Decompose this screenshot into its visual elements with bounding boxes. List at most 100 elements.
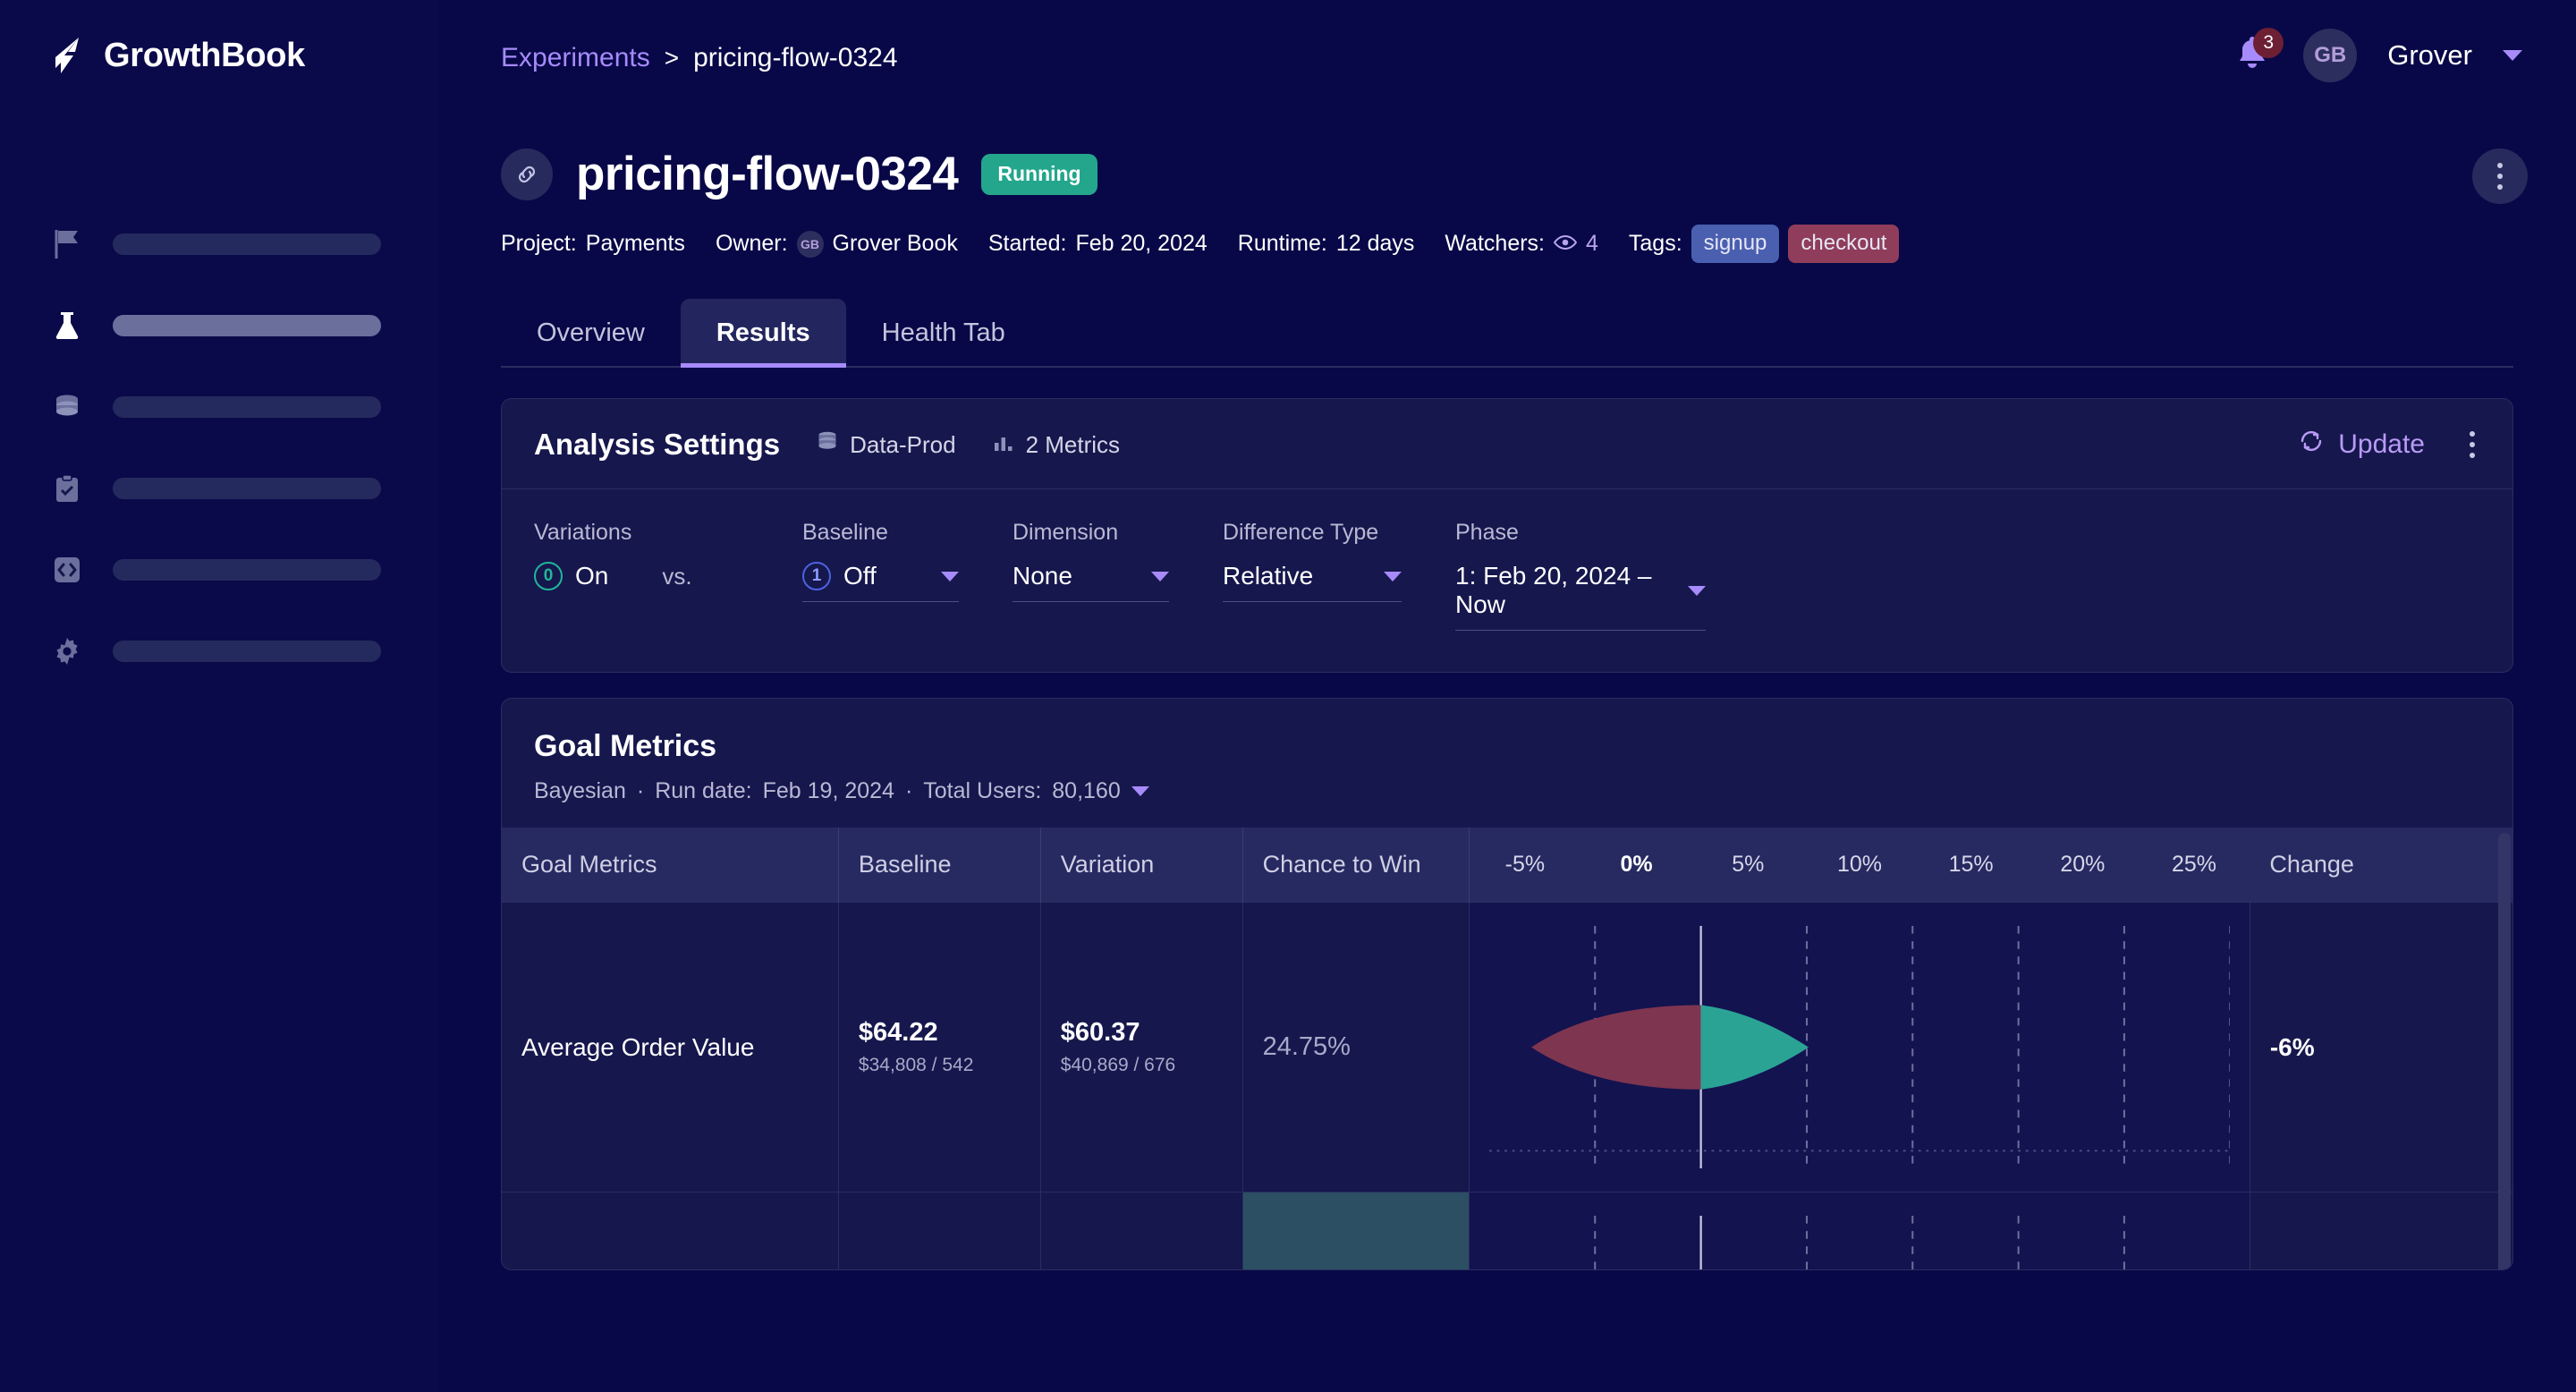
col-change[interactable]: Change bbox=[2250, 828, 2512, 903]
field-phase-label: Phase bbox=[1455, 520, 1706, 546]
tab-results[interactable]: Results bbox=[681, 299, 846, 366]
gear-icon bbox=[48, 632, 86, 670]
phase-select[interactable]: 1: Feb 20, 2024 – Now bbox=[1455, 562, 1706, 631]
meta-started-label: Started: bbox=[988, 231, 1067, 257]
user-name[interactable]: Grover bbox=[2387, 39, 2472, 72]
difference-type-select[interactable]: Relative bbox=[1223, 562, 1402, 602]
sidebar-item-datasources[interactable] bbox=[0, 386, 438, 428]
row-baseline-sub: $34,808 / 542 bbox=[859, 1055, 1021, 1076]
chevron-down-icon[interactable] bbox=[1131, 786, 1149, 796]
sidebar-item-settings[interactable] bbox=[0, 631, 438, 672]
brand-name: GrowthBook bbox=[104, 37, 305, 75]
datasource-label: Data-Prod bbox=[850, 431, 956, 459]
database-icon bbox=[816, 430, 839, 460]
analysis-overflow-menu[interactable] bbox=[2464, 426, 2480, 463]
meta-tags-label: Tags: bbox=[1629, 231, 1682, 257]
sidebar-item-features[interactable] bbox=[0, 224, 438, 265]
eye-icon bbox=[1554, 231, 1577, 257]
meta-owner-label: Owner: bbox=[716, 231, 788, 257]
dimension-select[interactable]: None bbox=[1013, 562, 1169, 602]
meta-project: Project: Payments bbox=[501, 231, 685, 257]
breadcrumb-root-link[interactable]: Experiments bbox=[501, 43, 650, 73]
field-phase: Phase 1: Feb 20, 2024 – Now bbox=[1455, 520, 1706, 631]
update-button[interactable]: Update bbox=[2297, 427, 2425, 463]
page-title: pricing-flow-0324 bbox=[576, 147, 958, 201]
tag-signup[interactable]: signup bbox=[1691, 225, 1780, 263]
axis-tick: 15% bbox=[1915, 852, 2027, 878]
brand[interactable]: GrowthBook bbox=[52, 36, 305, 75]
table-row: Purchased 1.35% 542 / 40,107 1.69% 676 /… bbox=[502, 1193, 2512, 1270]
row-metric-name[interactable]: Purchased bbox=[502, 1193, 838, 1270]
field-dimension: Dimension None bbox=[1013, 520, 1169, 631]
axis-tick: -5% bbox=[1470, 852, 1581, 878]
meta-started: Started: Feb 20, 2024 bbox=[988, 231, 1208, 257]
meta-watchers-label: Watchers: bbox=[1445, 231, 1545, 257]
col-variation[interactable]: Variation bbox=[1040, 828, 1242, 903]
row-change: 25% bbox=[2250, 1193, 2512, 1270]
meta-project-value: Payments bbox=[586, 231, 685, 257]
notifications-button[interactable]: 3 bbox=[2232, 33, 2273, 78]
table-row: Average Order Value $64.22 $34,808 / 542… bbox=[502, 903, 2512, 1193]
axis-tick: 20% bbox=[2027, 852, 2139, 878]
meta-watchers: Watchers: 4 bbox=[1445, 231, 1598, 257]
breadcrumb-separator: > bbox=[665, 44, 679, 72]
app-root: GrowthBook bbox=[0, 0, 2576, 1392]
row-chance-to-win: 24.75% bbox=[1242, 903, 1469, 1193]
database-icon bbox=[48, 388, 86, 426]
row-distribution-plot bbox=[1469, 903, 2250, 1193]
meta-runtime-value: 12 days bbox=[1336, 231, 1415, 257]
variation-index-badge: 0 bbox=[534, 562, 563, 590]
row-metric-name[interactable]: Average Order Value bbox=[502, 903, 838, 1193]
sidebar-item-experiments[interactable] bbox=[0, 305, 438, 346]
axis-tick-labels: -5% 0% 5% 10% 15% 20% 25% bbox=[1470, 833, 2250, 897]
col-distribution-axis: -5% 0% 5% 10% 15% 20% 25% bbox=[1469, 828, 2250, 903]
scrollbar-thumb[interactable] bbox=[2498, 833, 2511, 1270]
axis-tick-zero: 0% bbox=[1580, 852, 1692, 878]
avatar[interactable]: GB bbox=[2303, 29, 2357, 82]
col-chance-to-win[interactable]: Chance to Win bbox=[1242, 828, 1469, 903]
growthbook-logo-icon bbox=[52, 36, 88, 75]
datasource-chip[interactable]: Data-Prod bbox=[816, 430, 956, 460]
clipboard-check-icon bbox=[48, 470, 86, 507]
axis-tick: 5% bbox=[1692, 852, 1804, 878]
sidebar-item-sdk[interactable] bbox=[0, 549, 438, 590]
total-users-value: 80,160 bbox=[1052, 778, 1120, 804]
col-goal-metrics[interactable]: Goal Metrics bbox=[502, 828, 838, 903]
field-variations-label: Variations bbox=[534, 520, 802, 546]
experiment-meta: Project: Payments Owner: GB Grover Book … bbox=[501, 225, 2576, 263]
engine-label: Bayesian bbox=[534, 778, 626, 804]
sidebar-item-label bbox=[113, 396, 381, 418]
baseline-label: Off bbox=[843, 562, 877, 590]
field-variations: Variations 0 On vs. bbox=[534, 520, 802, 631]
col-baseline[interactable]: Baseline bbox=[838, 828, 1040, 903]
meta-tags: Tags: signup checkout bbox=[1629, 225, 1900, 263]
update-label: Update bbox=[2338, 429, 2425, 460]
analysis-chips: Data-Prod 2 Metrics bbox=[816, 430, 1120, 460]
sidebar-item-metrics[interactable] bbox=[0, 468, 438, 509]
metrics-chip[interactable]: 2 Metrics bbox=[992, 430, 1120, 460]
meta-owner: Owner: GB Grover Book bbox=[716, 231, 958, 258]
axis-tick: 25% bbox=[2139, 852, 2250, 878]
table-scrollbar[interactable] bbox=[2498, 699, 2511, 1269]
row-variation-sub: $40,869 / 676 bbox=[1061, 1055, 1223, 1076]
link-icon[interactable] bbox=[501, 149, 553, 200]
sidebar-item-label bbox=[113, 559, 381, 581]
tab-health[interactable]: Health Tab bbox=[846, 299, 1041, 366]
more-vertical-icon[interactable] bbox=[2472, 149, 2528, 204]
tag-checkout[interactable]: checkout bbox=[1788, 225, 1899, 263]
field-difference-type-label: Difference Type bbox=[1223, 520, 1402, 546]
field-baseline: Baseline 1 Off bbox=[802, 520, 959, 631]
axis-tick: 10% bbox=[1804, 852, 1916, 878]
chevron-down-icon bbox=[1151, 572, 1169, 581]
baseline-select[interactable]: 1 Off bbox=[802, 562, 959, 602]
variations-value[interactable]: 0 On bbox=[534, 562, 608, 590]
table-header-row: Goal Metrics Baseline Variation Chance t… bbox=[502, 828, 2512, 903]
refresh-icon bbox=[2297, 427, 2326, 463]
main-content: pricing-flow-0324 Running Project: Payme… bbox=[438, 122, 2576, 1392]
analysis-settings-card: Analysis Settings Data-Prod 2 Metrics bbox=[501, 398, 2513, 673]
chevron-down-icon[interactable] bbox=[2503, 50, 2522, 61]
meta-runtime-label: Runtime: bbox=[1238, 231, 1327, 257]
tab-overview[interactable]: Overview bbox=[501, 299, 681, 366]
variation-label: On bbox=[575, 562, 608, 590]
row-chance-to-win: 99.99% bbox=[1242, 1193, 1469, 1270]
